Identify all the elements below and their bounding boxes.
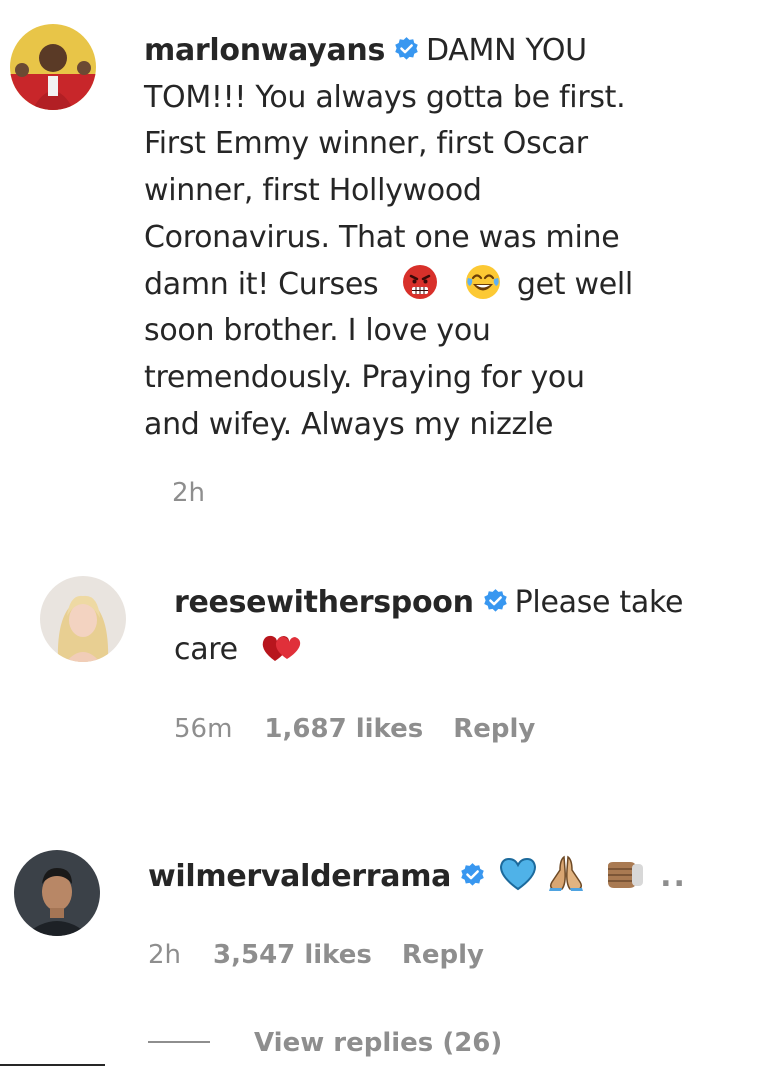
- like-count[interactable]: 3,547 likes: [213, 940, 372, 970]
- avatar[interactable]: [40, 576, 126, 662]
- verified-badge-icon: [461, 863, 484, 886]
- comment-meta: 56m 1,687 likes Reply: [174, 714, 565, 744]
- username[interactable]: marlonwayans: [144, 33, 385, 68]
- comment-body: marlonwayans DAMN YOU TOM!!! You always g…: [144, 28, 744, 448]
- red-hearts-emoji: [262, 635, 301, 661]
- comment-meta: 2h 3,547 likes Reply: [148, 940, 514, 970]
- comment-text: TOM!!! You always gotta be first.: [144, 79, 626, 115]
- comment-text: damn it! Curses: [144, 266, 379, 302]
- folded-hands-emoji: [549, 855, 584, 891]
- avatar[interactable]: [14, 850, 100, 936]
- comment-text: soon brother. I love you: [144, 313, 491, 349]
- comment-text: DAMN YOU: [426, 33, 587, 68]
- comment-text: care: [174, 631, 238, 667]
- fist-emoji: [608, 862, 644, 888]
- comment-text: winner, first Hollywood: [144, 173, 482, 209]
- username[interactable]: wilmervalderrama: [148, 859, 451, 894]
- comment-timestamp[interactable]: 2h: [148, 940, 181, 970]
- comment-timestamp[interactable]: 2h: [172, 478, 205, 508]
- avatar[interactable]: [10, 24, 96, 110]
- verified-badge-icon: [483, 589, 507, 612]
- more-text-indicator[interactable]: ..: [660, 854, 687, 901]
- comment-text: and wifey. Always my nizzle: [144, 406, 554, 442]
- reply-button[interactable]: Reply: [402, 940, 484, 970]
- divider: [148, 1041, 210, 1043]
- tears-of-joy-emoji: [465, 264, 500, 299]
- verified-badge-icon: [395, 37, 418, 60]
- comment-text: tremendously. Praying for you: [144, 359, 585, 395]
- like-count[interactable]: 1,687 likes: [264, 714, 423, 744]
- reply-button[interactable]: Reply: [453, 714, 535, 744]
- comment-body: reesewitherspoon Please take care: [174, 580, 754, 673]
- enraged-face-emoji: [402, 264, 437, 299]
- view-replies-label: View replies (26): [254, 1028, 503, 1058]
- comment-body: wilmervalderrama ..: [148, 854, 758, 901]
- comment-text: Coronavirus. That one was mine: [144, 219, 620, 255]
- comment-text: get well: [516, 266, 633, 302]
- comment-timestamp[interactable]: 56m: [174, 714, 232, 744]
- comment-text: Please take: [514, 585, 684, 620]
- username[interactable]: reesewitherspoon: [174, 585, 474, 620]
- divider: [0, 1064, 105, 1066]
- comment-text: First Emmy winner, first Oscar: [144, 126, 588, 162]
- view-replies-button[interactable]: View replies (26): [148, 1028, 502, 1058]
- blue-heart-emoji: [500, 857, 537, 891]
